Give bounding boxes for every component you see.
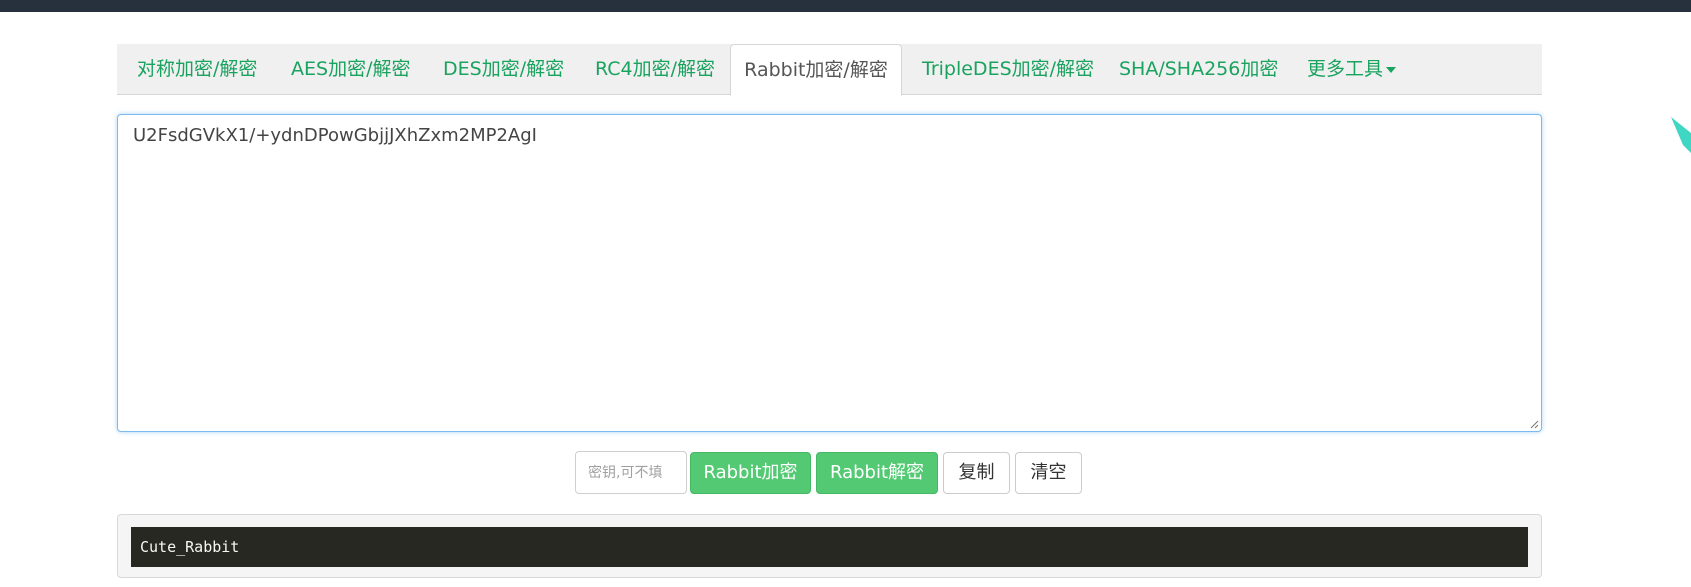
input-textarea[interactable]: [118, 115, 1541, 431]
tab-symmetric[interactable]: 对称加密/解密: [137, 44, 257, 95]
tool-tabs: 对称加密/解密 AES加密/解密 DES加密/解密 RC4加密/解密 Rabbi…: [117, 44, 1542, 96]
input-textarea-wrapper: [117, 114, 1542, 432]
tab-rabbit[interactable]: Rabbit加密/解密: [730, 44, 902, 96]
result-output: Cute_Rabbit: [131, 527, 1528, 567]
more-tools-label: 更多工具: [1307, 58, 1384, 80]
tab-rc4[interactable]: RC4加密/解密: [595, 44, 715, 95]
resize-handle-icon[interactable]: [1529, 419, 1539, 429]
rabbit-decrypt-button[interactable]: Rabbit解密: [816, 452, 938, 494]
tab-des[interactable]: DES加密/解密: [443, 44, 564, 95]
rabbit-encrypt-button[interactable]: Rabbit加密: [690, 452, 811, 494]
top-navbar: [0, 0, 1691, 12]
caret-down-icon: [1386, 66, 1397, 73]
result-panel: Cute_Rabbit: [117, 514, 1542, 578]
tab-aes[interactable]: AES加密/解密: [291, 44, 410, 95]
key-input[interactable]: [575, 451, 687, 494]
decorative-leaf-icon: [1671, 117, 1691, 153]
copy-button[interactable]: 复制: [943, 452, 1010, 494]
tab-more-tools[interactable]: 更多工具: [1307, 44, 1397, 95]
clear-button[interactable]: 清空: [1015, 452, 1082, 494]
tab-sha[interactable]: SHA/SHA256加密: [1119, 44, 1278, 95]
tab-tripledes[interactable]: TripleDES加密/解密: [922, 44, 1094, 95]
